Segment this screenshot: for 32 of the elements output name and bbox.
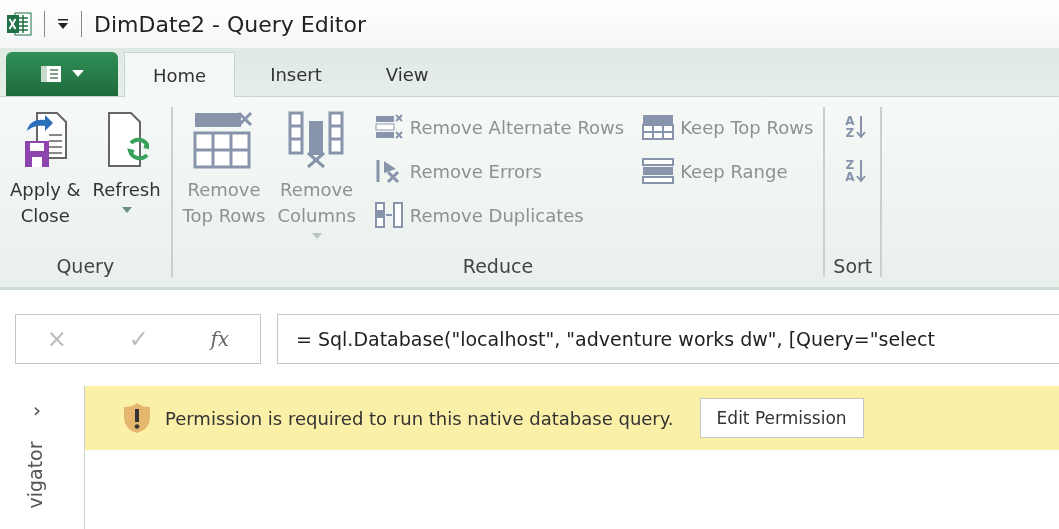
spreadsheet-app-icon <box>6 11 32 37</box>
cancel-button[interactable]: × <box>46 325 67 353</box>
formula-field[interactable]: = Sql.Database("localhost", "adventure works dw", [Query="select <box>277 314 1059 364</box>
caret-icon <box>121 207 132 213</box>
group-label: Query <box>56 255 115 277</box>
edit-permission-button[interactable]: Edit Permission <box>699 398 864 438</box>
columns-dedupe-icon <box>373 202 404 228</box>
table-top-rows-icon <box>642 114 675 140</box>
document-icon <box>40 65 62 83</box>
warning-shield-icon <box>123 402 151 434</box>
caret-icon <box>72 70 84 78</box>
quick-access-dropdown-icon[interactable] <box>57 18 69 30</box>
ribbon-tab[interactable]: Insert <box>241 52 351 96</box>
down-arrow-icon <box>856 115 867 139</box>
caret-icon <box>311 233 322 239</box>
warning-message: Permission is required to run this native database query. <box>165 407 674 429</box>
down-arrow-icon <box>856 159 867 183</box>
expand-toggle[interactable]: › <box>33 398 41 422</box>
confirm-button[interactable]: ✓ <box>128 325 149 353</box>
ribbon-tab[interactable]: Home <box>124 52 236 97</box>
ribbon-button[interactable]: Apply & Close <box>8 107 83 255</box>
ribbon-button[interactable]: Refresh <box>90 107 163 255</box>
table-range-icon <box>642 158 675 184</box>
rows-remove-icon <box>373 114 404 140</box>
group-label: Reduce <box>462 255 534 277</box>
group-label: Sort <box>833 255 873 277</box>
ribbon-tab[interactable]: View <box>356 52 458 96</box>
navigator-label: vigator <box>24 441 46 509</box>
table-remove-rows-icon <box>193 109 255 171</box>
window-title: DimDate2 - Query Editor <box>94 11 366 37</box>
function-button[interactable]: fx <box>210 327 230 351</box>
file-menu-button[interactable] <box>6 52 118 96</box>
